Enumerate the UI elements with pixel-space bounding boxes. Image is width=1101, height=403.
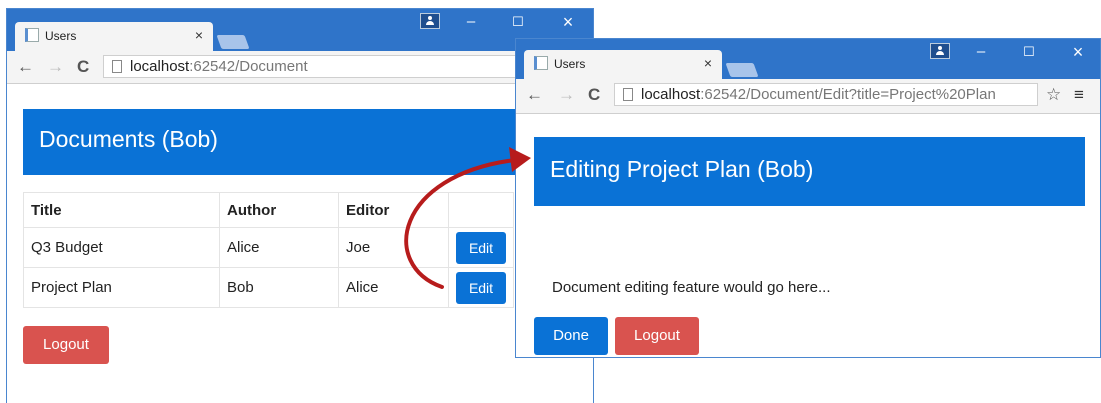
url-host: localhost — [130, 58, 190, 75]
browser-tab[interactable]: Users × — [524, 50, 722, 79]
cell-editor: Alice — [338, 267, 449, 308]
bookmark-star-icon[interactable]: ☆ — [1046, 85, 1061, 105]
browser-menu-icon[interactable]: ≡ — [1074, 85, 1084, 105]
maximize-button[interactable]: ☐ — [501, 9, 535, 35]
column-header-editor: Editor — [338, 192, 449, 228]
title-bar: Users × – ☐ × — [7, 9, 593, 51]
logout-button[interactable]: Logout — [615, 317, 699, 355]
column-header-title: Title — [23, 192, 220, 228]
new-tab-button[interactable] — [725, 63, 759, 77]
back-arrow-icon[interactable]: ← — [526, 85, 543, 105]
page-title: Documents (Bob) — [23, 109, 593, 175]
browser-tab[interactable]: Users × — [15, 22, 213, 51]
column-header-author: Author — [219, 192, 339, 228]
new-tab-button[interactable] — [216, 35, 250, 49]
close-window-button[interactable]: × — [551, 9, 585, 35]
done-button[interactable]: Done — [534, 317, 608, 355]
cell-title: Project Plan — [23, 267, 220, 308]
table-row: Project Plan Bob Alice Edit — [23, 267, 514, 308]
tab-close-icon[interactable]: × — [195, 27, 203, 43]
back-arrow-icon[interactable]: ← — [17, 57, 34, 77]
documents-table: Title Author Editor Q3 Budget Alice Joe … — [23, 192, 514, 308]
browser-toolbar: ← → C localhost:62542/Document/Edit?titl… — [516, 79, 1100, 114]
url-path: :62542/Document/Edit?title=Project%20Pla… — [700, 86, 996, 103]
url-host: localhost — [641, 86, 701, 103]
cell-author: Bob — [219, 267, 339, 308]
cell-editor: Joe — [338, 227, 449, 268]
edit-button[interactable]: Edit — [456, 271, 506, 304]
title-bar: Users × – ☐ × — [516, 39, 1100, 79]
browser-window-documents: Users × – ☐ × ← → C localhost:62542/Docu… — [6, 8, 603, 403]
user-profile-icon[interactable] — [930, 43, 950, 59]
address-bar[interactable]: localhost:62542/Document/Edit?title=Proj… — [614, 83, 1038, 106]
tab-title: Users — [45, 29, 77, 43]
reload-icon[interactable]: C — [588, 85, 600, 105]
page-content: Editing Project Plan (Bob) Document edit… — [516, 114, 1100, 357]
url-path: :62542/Document — [189, 58, 308, 75]
reload-icon[interactable]: C — [77, 57, 89, 77]
minimize-button[interactable]: – — [454, 9, 488, 35]
page-icon — [623, 88, 633, 101]
user-profile-icon[interactable] — [420, 13, 440, 29]
page-title: Editing Project Plan (Bob) — [534, 137, 1085, 206]
tab-title: Users — [554, 57, 586, 71]
page-icon — [112, 60, 122, 73]
cell-action: Edit — [448, 267, 514, 308]
close-window-button[interactable]: × — [1061, 39, 1095, 65]
editing-placeholder-text: Document editing feature would go here..… — [552, 279, 831, 296]
cell-author: Alice — [219, 227, 339, 268]
table-header-row: Title Author Editor — [23, 192, 514, 228]
forward-arrow-icon[interactable]: → — [558, 85, 575, 105]
page-favicon-icon — [25, 28, 39, 42]
logout-button[interactable]: Logout — [23, 326, 109, 364]
browser-window-editing: Users × – ☐ × ← → C localhost:62542/Docu… — [515, 38, 1101, 358]
page-content: Documents (Bob) Title Author Editor Q3 B… — [7, 84, 593, 403]
cell-action: Edit — [448, 227, 514, 268]
maximize-button[interactable]: ☐ — [1012, 39, 1046, 65]
tab-close-icon[interactable]: × — [704, 55, 712, 71]
edit-button[interactable]: Edit — [456, 231, 506, 264]
minimize-button[interactable]: – — [964, 39, 998, 65]
page-favicon-icon — [534, 56, 548, 70]
column-header-actions — [448, 192, 514, 228]
cell-title: Q3 Budget — [23, 227, 220, 268]
forward-arrow-icon[interactable]: → — [47, 57, 64, 77]
table-row: Q3 Budget Alice Joe Edit — [23, 227, 514, 268]
browser-toolbar: ← → C localhost:62542/Document — [7, 51, 603, 84]
